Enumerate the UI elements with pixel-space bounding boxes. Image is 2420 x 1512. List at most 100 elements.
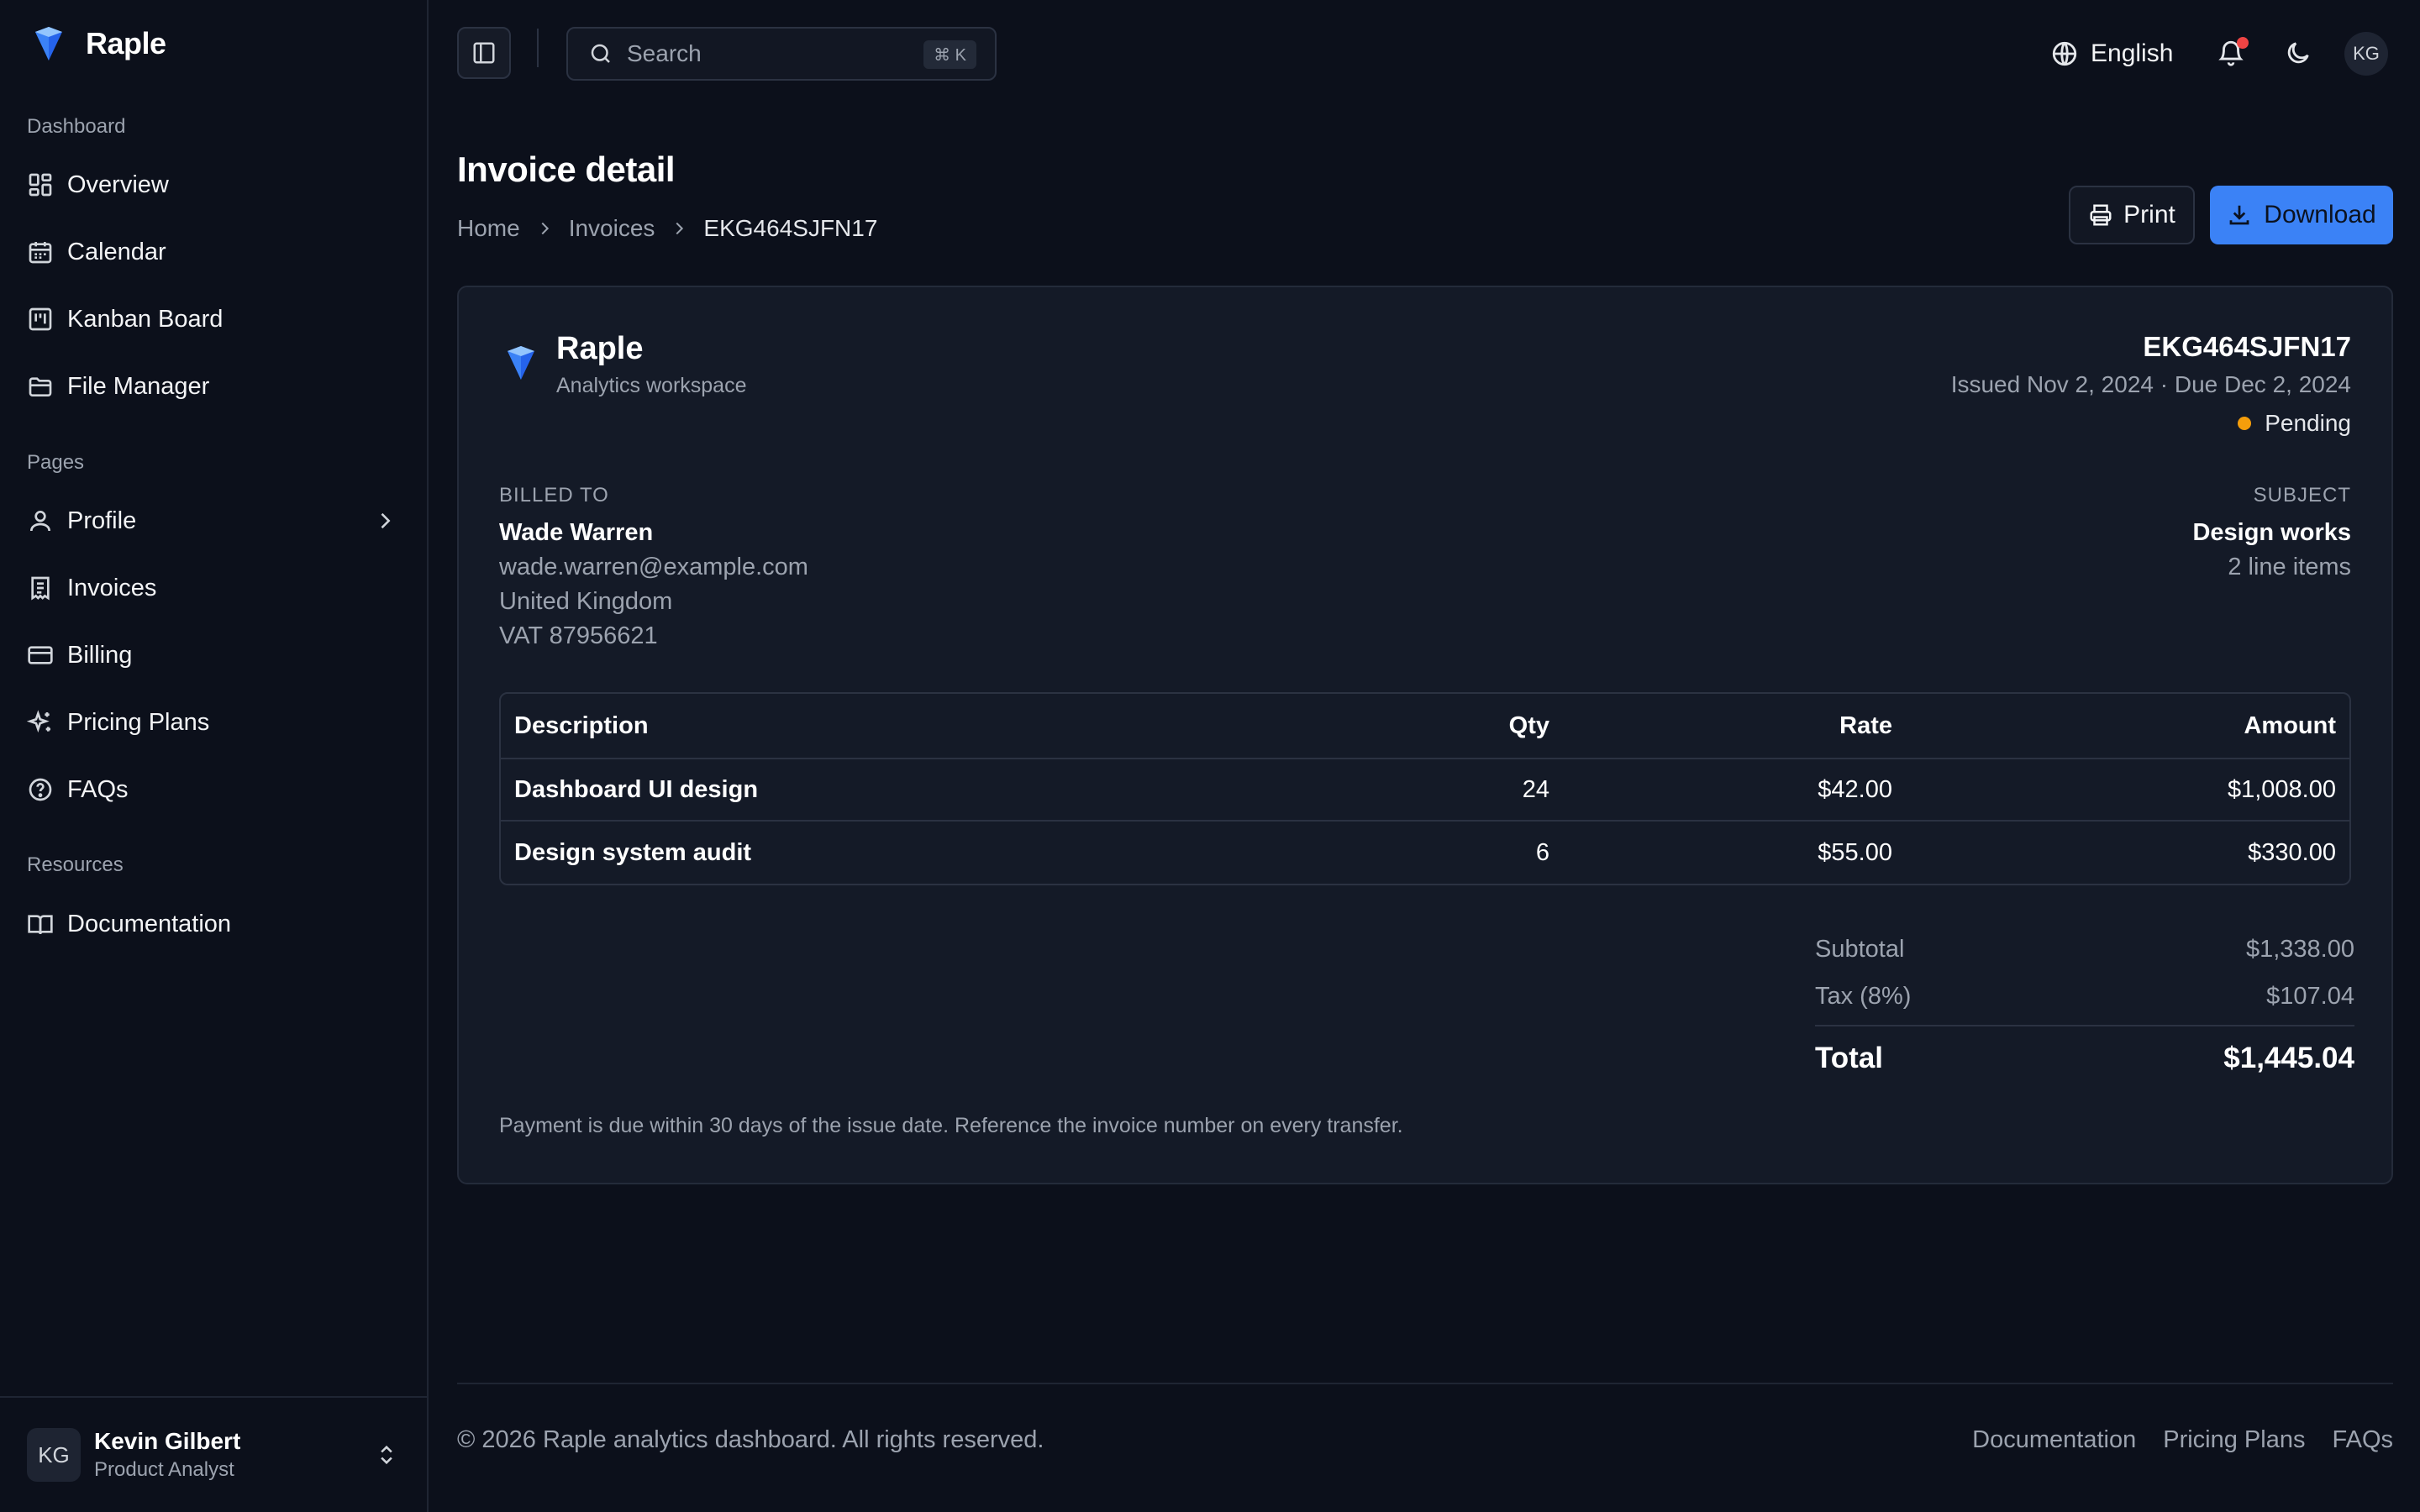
client-email: wade.warren@example.com <box>499 554 808 580</box>
column-header-description: Description <box>514 711 649 739</box>
cell-qty: 24 <box>1522 775 1549 803</box>
search-shortcut-badge: ⌘ K <box>923 40 976 69</box>
download-label: Download <box>2264 201 2376 228</box>
footer-links: Documentation Pricing Plans FAQs <box>1945 1426 2393 1454</box>
tax-row: Tax (8%) $107.04 <box>1815 973 2354 1020</box>
billed-to-label: BILLED TO <box>499 484 609 507</box>
sidebar-item-profile[interactable]: Profile <box>27 497 405 544</box>
status-label: Pending <box>2265 410 2351 436</box>
breadcrumb: Home Invoices EKG464SJFN17 <box>457 215 877 242</box>
globe-icon <box>2050 39 2079 68</box>
breadcrumb-home[interactable]: Home <box>457 215 520 242</box>
total-row: Total $1,445.04 <box>1815 1026 2354 1090</box>
total-label: Total <box>1815 1042 1884 1074</box>
notification-dot <box>2237 37 2249 49</box>
footer-link-pricing-plans[interactable]: Pricing Plans <box>2163 1426 2305 1454</box>
section-label-dashboard: Dashboard <box>27 115 126 138</box>
brand[interactable]: Raple <box>32 25 166 62</box>
sidebar-item-calendar[interactable]: Calendar <box>27 228 405 276</box>
cell-amount: $1,008.00 <box>2227 775 2336 803</box>
gem-logo-icon <box>504 344 538 381</box>
sidebar-item-invoices[interactable]: Invoices <box>27 564 405 612</box>
status-badge: Pending <box>1951 410 2351 437</box>
sparkles-icon <box>27 709 54 736</box>
search-placeholder: Search <box>627 40 702 66</box>
total-value: $1,445.04 <box>2223 1042 2354 1074</box>
chevron-right-icon <box>535 219 554 238</box>
user-icon <box>27 507 54 534</box>
calendar-icon <box>27 239 54 265</box>
search-icon <box>588 41 613 66</box>
column-header-amount: Amount <box>2244 711 2336 739</box>
footer-divider <box>457 1383 2393 1384</box>
company-subtitle: Analytics workspace <box>556 374 747 397</box>
subject-value: Design works <box>2192 519 2351 546</box>
sidebar-item-label: FAQs <box>67 775 129 803</box>
download-button[interactable]: Download <box>2210 186 2393 244</box>
user-name: Kevin Gilbert <box>94 1428 241 1454</box>
footer-link-faqs[interactable]: FAQs <box>2332 1426 2393 1454</box>
sidebar-toggle-button[interactable] <box>457 27 511 79</box>
line-item-count: 2 line items <box>2228 554 2351 580</box>
search-input[interactable]: Search ⌘ K <box>566 27 997 81</box>
table-row: Design system audit 6 $55.00 $330.00 <box>501 822 2349 884</box>
chevron-right-icon <box>670 219 688 238</box>
invoice-company: Raple Analytics workspace <box>504 331 746 398</box>
sidebar-item-billing[interactable]: Billing <box>27 632 405 679</box>
cell-qty: 6 <box>1535 838 1549 866</box>
table-row: Dashboard UI design 24 $42.00 $1,008.00 <box>501 759 2349 822</box>
invoice-subject: SUBJECT Design works 2 line items <box>2192 484 2351 581</box>
company-name: Raple <box>556 331 644 366</box>
sidebar-item-label: Invoices <box>67 574 157 601</box>
user-switcher[interactable]: KG Kevin Gilbert Product Analyst <box>0 1396 427 1512</box>
sidebar-item-label: Calendar <box>67 238 166 265</box>
book-icon <box>27 911 54 937</box>
print-button[interactable]: Print <box>2069 186 2195 244</box>
sidebar-item-label: Kanban Board <box>67 305 224 333</box>
sidebar: Raple Dashboard Overview Calendar Kanban… <box>0 0 429 1512</box>
column-header-rate: Rate <box>1839 711 1892 739</box>
kanban-icon <box>27 306 54 333</box>
section-label-resources: Resources <box>27 853 124 876</box>
sidebar-item-faqs[interactable]: FAQs <box>27 766 405 813</box>
tax-value: $107.04 <box>2266 982 2354 1010</box>
client-vat: VAT 87956621 <box>499 622 658 649</box>
avatar[interactable]: KG <box>2344 32 2388 76</box>
print-label: Print <box>2123 201 2175 228</box>
cell-amount: $330.00 <box>2248 838 2336 866</box>
breadcrumb-current: EKG464SJFN17 <box>703 215 878 241</box>
subtotal-label: Subtotal <box>1815 935 1905 963</box>
breadcrumb-invoices[interactable]: Invoices <box>569 215 655 242</box>
tax-label: Tax (8%) <box>1815 982 1912 1010</box>
sidebar-item-label: Billing <box>67 641 133 669</box>
language-selector[interactable]: English <box>2050 34 2173 74</box>
page-title: Invoice detail <box>457 150 676 189</box>
payment-note: Payment is due within 30 days of the iss… <box>499 1114 1403 1137</box>
panel-left-icon <box>471 40 497 66</box>
invoice-dates: Issued Nov 2, 2024 · Due Dec 2, 2024 <box>1950 371 2351 397</box>
cell-rate: $42.00 <box>1818 775 1892 803</box>
table-header: Description Qty Rate Amount <box>501 694 2349 759</box>
subtotal-row: Subtotal $1,338.00 <box>1815 926 2354 973</box>
folder-icon <box>27 373 54 400</box>
footer-link-documentation[interactable]: Documentation <box>1972 1426 2136 1454</box>
toolbar-divider <box>537 29 539 67</box>
grid-icon <box>27 171 54 198</box>
sidebar-item-pricing-plans[interactable]: Pricing Plans <box>27 699 405 746</box>
sidebar-item-file-manager[interactable]: File Manager <box>27 363 405 410</box>
user-role: Product Analyst <box>94 1458 234 1481</box>
sidebar-item-overview[interactable]: Overview <box>27 161 405 208</box>
status-dot <box>2238 417 2252 430</box>
help-circle-icon <box>27 776 54 803</box>
invoice-meta: EKG464SJFN17 Issued Nov 2, 2024 · Due De… <box>1951 331 2351 437</box>
credit-card-icon <box>27 642 54 669</box>
sidebar-item-kanban-board[interactable]: Kanban Board <box>27 296 405 343</box>
gem-logo-icon <box>32 25 66 62</box>
line-items-table: Description Qty Rate Amount Dashboard UI… <box>499 692 2351 885</box>
moon-icon[interactable] <box>2284 39 2312 67</box>
receipt-icon <box>27 575 54 601</box>
cell-rate: $55.00 <box>1818 838 1892 866</box>
cell-description: Dashboard UI design <box>514 775 759 803</box>
sidebar-item-documentation[interactable]: Documentation <box>27 900 405 948</box>
cell-description: Design system audit <box>514 838 752 866</box>
